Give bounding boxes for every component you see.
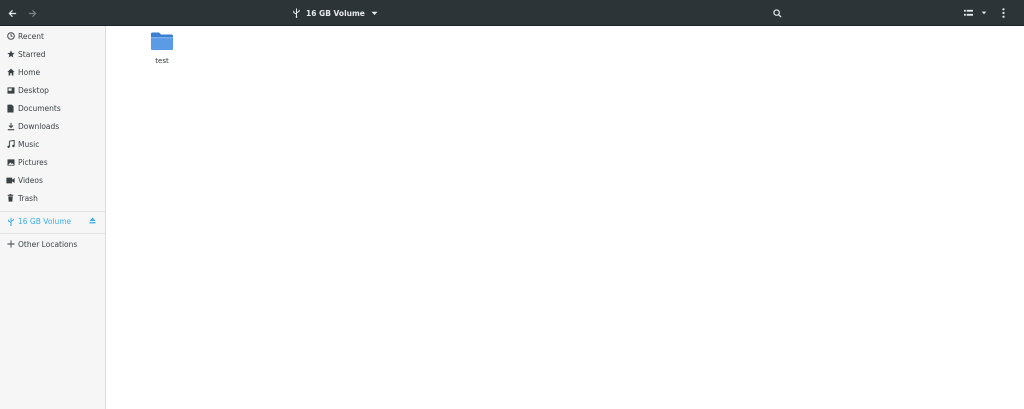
chevron-down-icon [371,11,378,15]
sidebar-separator [0,233,105,234]
view-options-button[interactable] [960,4,990,22]
sidebar-item-label: Videos [18,175,43,185]
sidebar-item-starred[interactable]: Starred [0,45,105,63]
home-icon [6,68,15,77]
usb-icon [6,217,15,226]
header-bar: 16 GB Volume [0,0,1024,26]
download-icon [6,122,15,131]
location-label: 16 GB Volume [306,8,365,18]
video-icon [6,176,15,185]
list-view-icon [963,9,973,16]
sidebar-item-music[interactable]: Music [0,135,105,153]
sidebar: Recent Starred Home Desktop Documents Do… [0,26,106,409]
sidebar-item-label: Other Locations [18,239,78,249]
sidebar-item-downloads[interactable]: Downloads [0,117,105,135]
menu-button[interactable] [996,4,1010,22]
search-icon [772,8,782,18]
plus-icon [6,240,15,249]
sidebar-item-desktop[interactable]: Desktop [0,81,105,99]
picture-icon [6,158,15,167]
sidebar-item-other-locations[interactable]: Other Locations [0,235,105,253]
sidebar-item-videos[interactable]: Videos [0,171,105,189]
document-icon [6,104,15,113]
file-item[interactable]: test [146,31,178,65]
trash-icon [6,194,15,203]
file-name: test [155,57,169,65]
back-button[interactable] [4,4,20,22]
eject-icon[interactable] [89,217,96,226]
sidebar-item-label: Downloads [18,121,60,131]
search-button[interactable] [768,4,786,22]
sidebar-item-label: Pictures [18,157,48,167]
file-view[interactable]: test [106,26,1024,409]
folder-icon [151,32,173,50]
star-icon [6,50,15,59]
arrow-right-icon [28,9,36,17]
location-button[interactable]: 16 GB Volume [292,4,378,22]
sidebar-item-label: Desktop [18,85,49,95]
sidebar-item-label: Trash [18,193,38,203]
forward-button[interactable] [24,4,40,22]
sidebar-item-16gb-volume[interactable]: 16 GB Volume [0,212,105,230]
music-icon [6,140,15,149]
more-vertical-icon [1001,8,1005,18]
sidebar-item-label: 16 GB Volume [18,216,72,226]
sidebar-item-label: Recent [18,31,44,41]
chevron-down-icon [981,11,986,15]
sidebar-item-label: Home [18,67,41,77]
sidebar-item-trash[interactable]: Trash [0,189,105,207]
sidebar-item-recent[interactable]: Recent [0,27,105,45]
arrow-left-icon [8,9,16,17]
sidebar-item-label: Starred [18,49,46,59]
sidebar-item-documents[interactable]: Documents [0,99,105,117]
usb-icon [293,8,300,18]
desktop-icon [6,86,15,95]
sidebar-item-pictures[interactable]: Pictures [0,153,105,171]
sidebar-item-label: Music [18,139,40,149]
clock-icon [6,32,15,41]
sidebar-item-home[interactable]: Home [0,63,105,81]
sidebar-item-label: Documents [18,103,61,113]
